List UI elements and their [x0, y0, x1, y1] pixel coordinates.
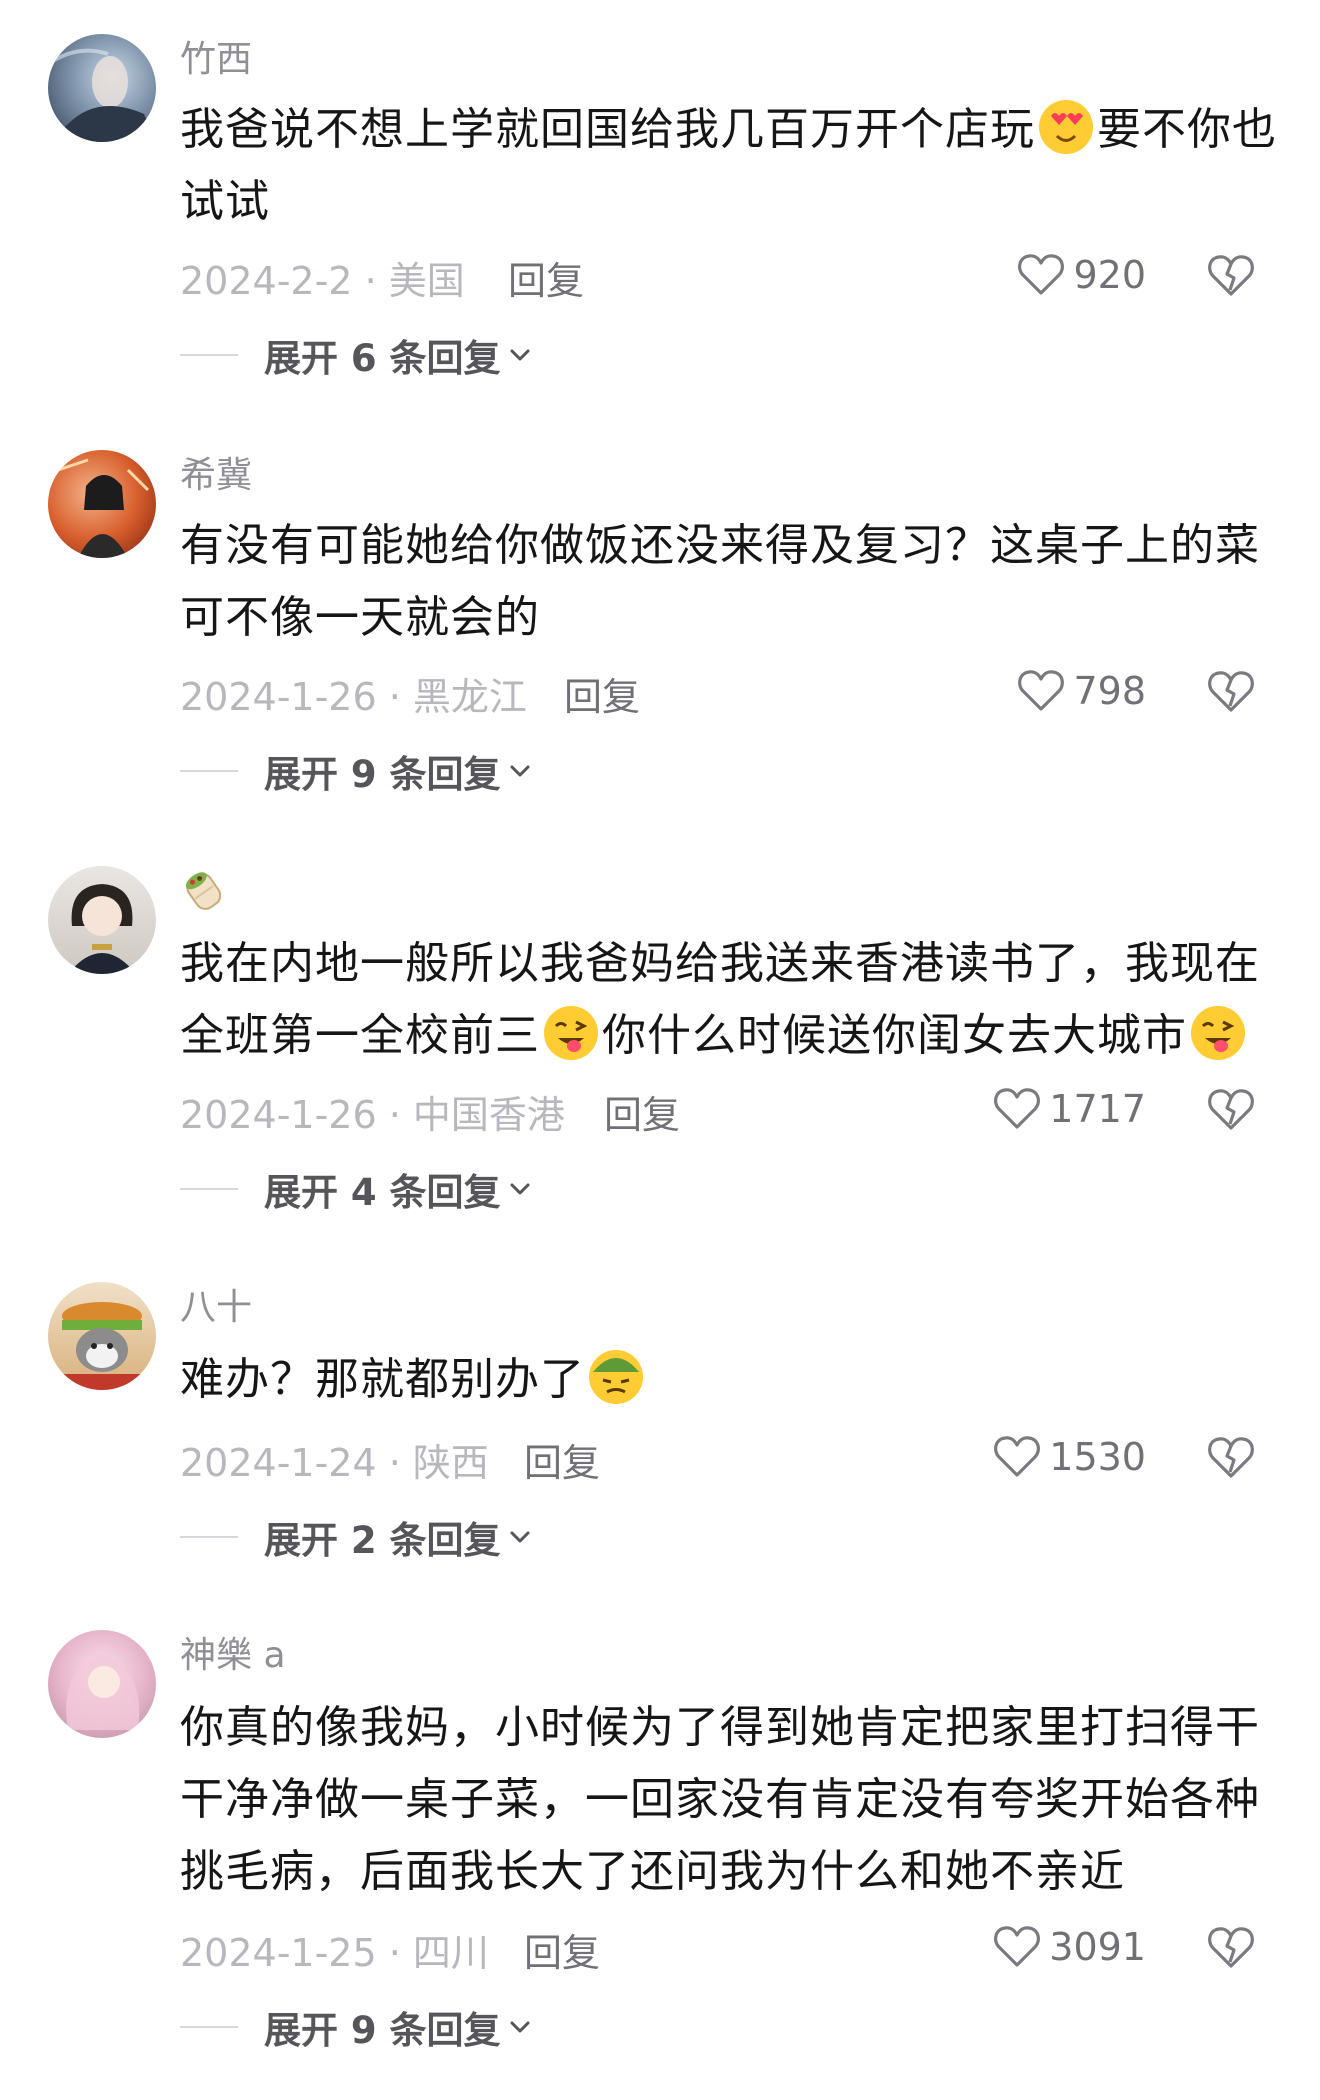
comment-text: 你真的像我妈，小时候为了得到她肯定把家里打扫得干 干净净做一桌子菜，一回家没有肯…: [180, 1692, 1260, 1908]
reply-button[interactable]: 回复: [564, 666, 640, 721]
comment-text-line: 可不像一天就会的: [180, 592, 540, 643]
comment-text-line: 干净净做一桌子菜，一回家没有肯定没有夸奖开始各种: [180, 1774, 1260, 1825]
chevron-down-icon: [510, 765, 530, 777]
like-button[interactable]: 1530: [980, 1432, 1146, 1482]
winking-tongue-emoji: [1191, 1006, 1245, 1060]
comment-text-line: 我爸说不想上学就回国给我几百万开个店玩: [180, 104, 1035, 155]
comment-location: 美国: [388, 259, 465, 303]
chevron-down-icon: [510, 2021, 530, 2033]
username[interactable]: 八十: [180, 1286, 252, 1330]
avatar[interactable]: [48, 450, 156, 558]
helmet-salute-emoji: [589, 1350, 643, 1404]
chevron-down-icon: [510, 1183, 530, 1195]
separator-dot: ·: [376, 1093, 413, 1137]
like-count: 3091: [1049, 1925, 1146, 1969]
expand-replies-label: 展开 9 条回复: [264, 753, 501, 796]
avatar[interactable]: [48, 34, 156, 142]
comment-location: 陕西: [412, 1441, 489, 1485]
broken-heart-icon[interactable]: [1206, 666, 1256, 716]
comment-meta: 2024-1-26 · 黑龙江: [180, 666, 527, 719]
separator-dot: ·: [376, 1931, 413, 1975]
expand-replies[interactable]: 展开 9 条回复: [180, 2002, 533, 2052]
comment-text: 难办？那就都别办了: [180, 1344, 1260, 1416]
like-count: 798: [1073, 669, 1146, 713]
comment-text-line: 要不你也: [1097, 104, 1277, 155]
divider: [180, 1536, 238, 1538]
avatar[interactable]: [48, 1282, 156, 1390]
chevron-down-icon: [510, 1531, 530, 1543]
heart-outline-icon: [1018, 254, 1065, 295]
comment-date: 2024-1-26: [180, 1093, 377, 1137]
separator-dot: ·: [376, 1441, 413, 1485]
comment-location: 中国香港: [412, 1093, 565, 1137]
comment-text-line: 我在内地一般所以我爸妈给我送来香港读书了，我现在: [180, 938, 1260, 989]
comment-location: 四川: [412, 1931, 489, 1975]
reply-button[interactable]: 回复: [508, 250, 584, 305]
broken-heart-icon[interactable]: [1206, 1432, 1256, 1482]
like-count: 1530: [1049, 1435, 1146, 1479]
comment-location: 黑龙江: [412, 675, 527, 719]
expand-replies-label: 展开 9 条回复: [264, 2009, 501, 2052]
comment-text-line: 你真的像我妈，小时候为了得到她肯定把家里打扫得干: [180, 1702, 1260, 1753]
chevron-down-icon: [510, 349, 530, 361]
username[interactable]: 竹西: [180, 38, 252, 82]
heart-outline-icon: [1018, 670, 1065, 711]
expand-replies-label: 展开 4 条回复: [264, 1171, 501, 1214]
broken-heart-icon[interactable]: [1206, 1084, 1256, 1134]
comment-text-line: 挑毛病，后面我长大了还问我为什么和她不亲近: [180, 1846, 1125, 1897]
comment-text-line: 有没有可能她给你做饭还没来得及复习？这桌子上的菜: [180, 520, 1260, 571]
comment-date: 2024-1-25: [180, 1931, 377, 1975]
expand-replies[interactable]: 展开 2 条回复: [180, 1512, 533, 1562]
comment-text-line: 全班第一全校前三: [180, 1010, 540, 1061]
expand-replies-label: 展开 6 条回复: [264, 337, 501, 380]
broken-heart-icon[interactable]: [1206, 250, 1256, 300]
reply-button[interactable]: 回复: [524, 1432, 600, 1487]
reply-button[interactable]: 回复: [524, 1922, 600, 1977]
comment-text: 我在内地一般所以我爸妈给我送来香港读书了，我现在 全班第一全校前三 你什么时候送…: [180, 928, 1260, 1072]
heart-outline-icon: [994, 1436, 1041, 1477]
winking-tongue-emoji: [544, 1006, 598, 1060]
username[interactable]: [180, 866, 228, 925]
separator-dot: ·: [376, 675, 413, 719]
comment-meta: 2024-1-24 · 陕西: [180, 1432, 489, 1485]
reply-button[interactable]: 回复: [604, 1084, 680, 1139]
avatar[interactable]: [48, 866, 156, 974]
divider: [180, 770, 238, 772]
username[interactable]: 希冀: [180, 454, 252, 498]
comment-text-line: 你什么时候送你闺女去大城市: [602, 1010, 1187, 1061]
comment-meta: 2024-1-25 · 四川: [180, 1922, 489, 1975]
like-count: 920: [1073, 253, 1146, 297]
heart-outline-icon: [994, 1088, 1041, 1129]
expand-replies[interactable]: 展开 6 条回复: [180, 330, 533, 380]
like-button[interactable]: 1717: [990, 1084, 1146, 1134]
expand-replies[interactable]: 展开 4 条回复: [180, 1164, 533, 1214]
comment-date: 2024-1-24: [180, 1441, 377, 1485]
comment-text: 有没有可能她给你做饭还没来得及复习？这桌子上的菜 可不像一天就会的: [180, 510, 1260, 654]
avatar[interactable]: [48, 1630, 156, 1738]
comment-text-line: 试试: [180, 176, 270, 227]
heart-eyes-emoji: [1039, 100, 1093, 154]
broken-heart-icon[interactable]: [1206, 1922, 1256, 1972]
comment-date: 2024-1-26: [180, 675, 377, 719]
username[interactable]: 神樂 a: [180, 1634, 286, 1678]
like-count: 1717: [1049, 1087, 1146, 1131]
expand-replies[interactable]: 展开 9 条回复: [180, 746, 533, 796]
like-button[interactable]: 798: [1000, 666, 1146, 716]
comment-meta: 2024-1-26 · 中国香港: [180, 1084, 565, 1137]
like-button[interactable]: 920: [1000, 250, 1146, 300]
expand-replies-label: 展开 2 条回复: [264, 1519, 501, 1562]
heart-outline-icon: [994, 1926, 1041, 1967]
separator-dot: ·: [352, 259, 389, 303]
divider: [180, 1188, 238, 1190]
comment-text-line: 难办？那就都别办了: [180, 1354, 585, 1405]
comment-text: 我爸说不想上学就回国给我几百万开个店玩 要不你也 试试: [180, 94, 1276, 238]
comment-meta: 2024-2-2 · 美国: [180, 250, 465, 303]
comment-date: 2024-2-2: [180, 259, 353, 303]
like-button[interactable]: 3091: [980, 1922, 1146, 1972]
divider: [180, 354, 238, 356]
divider: [180, 2026, 238, 2028]
burrito-emoji: [185, 872, 222, 910]
